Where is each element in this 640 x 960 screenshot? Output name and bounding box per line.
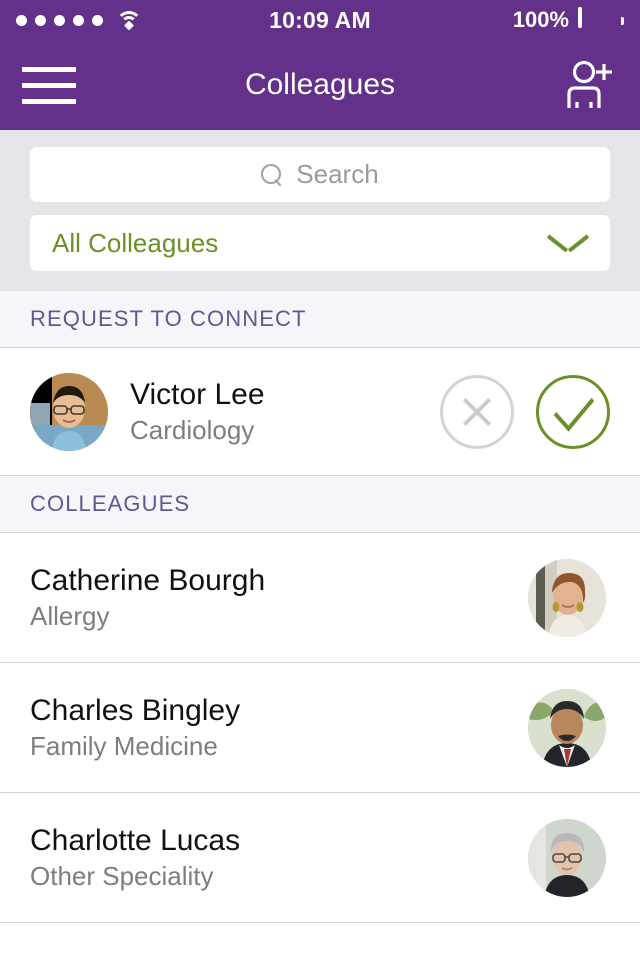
signal-dot bbox=[35, 14, 46, 26]
signal-dot bbox=[73, 14, 84, 26]
app-screen: 10:09 AM 100% Colleagues Search All Coll… bbox=[0, 0, 640, 960]
search-input[interactable]: Search bbox=[30, 147, 610, 202]
navigation-bar: Colleagues bbox=[0, 40, 640, 130]
connection-request-row[interactable]: Victor Lee Cardiology bbox=[0, 348, 640, 476]
person-specialty: Allergy bbox=[30, 600, 110, 631]
avatar bbox=[528, 688, 606, 767]
battery-percent-label: 100% bbox=[512, 7, 569, 32]
signal-strength-dots bbox=[16, 14, 103, 26]
add-user-icon[interactable] bbox=[564, 60, 618, 110]
wifi-icon bbox=[116, 10, 142, 30]
avatar bbox=[528, 818, 606, 897]
status-bar-left bbox=[16, 10, 142, 30]
status-bar-right: 100% bbox=[512, 6, 624, 33]
search-placeholder: Search bbox=[296, 159, 379, 189]
page-title: Colleagues bbox=[244, 68, 396, 101]
person-name: Catherine Bourgh bbox=[30, 563, 266, 597]
signal-dot bbox=[54, 14, 65, 26]
accept-request-button[interactable] bbox=[536, 374, 610, 449]
person-specialty: Family Medicine bbox=[30, 730, 218, 761]
battery-full-icon bbox=[578, 6, 624, 32]
section-header-request-to-connect: REQUEST TO CONNECT bbox=[0, 291, 640, 348]
person-name: Victor Lee bbox=[130, 377, 265, 411]
list-item[interactable]: Catherine Bourgh Allergy bbox=[0, 533, 640, 663]
close-icon bbox=[459, 394, 495, 430]
hamburger-menu-icon[interactable] bbox=[22, 64, 76, 106]
signal-dot bbox=[92, 14, 103, 26]
list-item[interactable]: Charlotte Lucas Other Speciality bbox=[0, 793, 640, 923]
person-name: Charlotte Lucas bbox=[30, 823, 241, 857]
person-specialty: Cardiology bbox=[130, 414, 255, 445]
chevron-down-icon bbox=[548, 232, 588, 254]
colleague-filter-dropdown[interactable]: All Colleagues bbox=[30, 215, 610, 271]
search-area: Search All Colleagues bbox=[0, 130, 640, 291]
avatar bbox=[30, 372, 108, 451]
avatar bbox=[528, 558, 606, 637]
filter-selected-value: All Colleagues bbox=[52, 227, 219, 258]
check-icon bbox=[553, 383, 595, 432]
colleague-info: Catherine Bourgh Allergy bbox=[30, 563, 528, 633]
request-person-info: Victor Lee Cardiology bbox=[130, 377, 265, 447]
status-bar: 10:09 AM 100% bbox=[0, 0, 640, 40]
colleague-info: Charles Bingley Family Medicine bbox=[30, 693, 528, 763]
request-actions bbox=[440, 374, 610, 449]
signal-dot bbox=[16, 14, 27, 26]
person-name: Charles Bingley bbox=[30, 693, 241, 727]
search-icon bbox=[261, 163, 283, 186]
list-item[interactable]: Charles Bingley Family Medicine bbox=[0, 663, 640, 793]
person-specialty: Other Speciality bbox=[30, 860, 214, 891]
section-header-colleagues: COLLEAGUES bbox=[0, 476, 640, 533]
reject-request-button[interactable] bbox=[440, 374, 514, 449]
colleague-info: Charlotte Lucas Other Speciality bbox=[30, 823, 528, 893]
